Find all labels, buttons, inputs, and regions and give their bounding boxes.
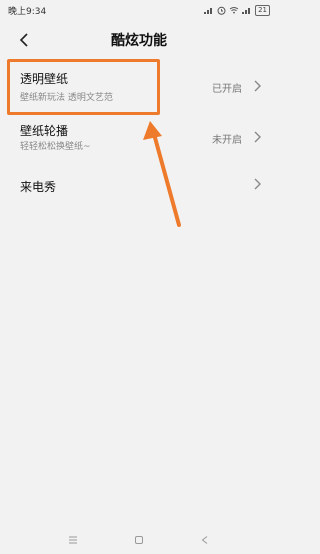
home-icon xyxy=(135,536,143,544)
header: 酷炫功能 xyxy=(0,20,278,60)
setting-subtitle: 轻轻松松换壁纸~ xyxy=(20,142,91,152)
setting-call-show[interactable]: 来电秀 xyxy=(8,164,270,216)
signal-icon xyxy=(204,8,213,14)
setting-title: 壁纸轮播 xyxy=(20,124,69,138)
chevron-right-icon xyxy=(254,131,261,143)
setting-status: 已开启 xyxy=(212,84,242,95)
back-nav-button[interactable] xyxy=(197,533,213,547)
status-bar: 晚上9:34 21 xyxy=(0,0,278,20)
signal-icon-2 xyxy=(242,8,251,14)
highlight-box xyxy=(7,59,160,115)
chevron-right-icon xyxy=(254,80,261,92)
status-time: 晚上9:34 xyxy=(8,6,47,17)
chevron-right-icon xyxy=(254,178,261,190)
back-icon xyxy=(201,536,208,544)
nav-bar xyxy=(0,526,278,554)
menu-icon xyxy=(69,536,77,544)
setting-title: 来电秀 xyxy=(20,180,57,194)
setting-wallpaper-carousel[interactable]: 壁纸轮播 轻轻松松换壁纸~ 未开启 xyxy=(8,112,270,164)
alarm-icon xyxy=(217,6,226,15)
setting-status: 未开启 xyxy=(212,135,242,146)
wifi-icon xyxy=(229,7,239,14)
menu-button[interactable] xyxy=(65,533,81,547)
battery-icon: 21 xyxy=(255,4,270,16)
status-icons: 21 xyxy=(204,4,270,16)
page-title: 酷炫功能 xyxy=(111,33,167,49)
home-button[interactable] xyxy=(131,533,147,547)
